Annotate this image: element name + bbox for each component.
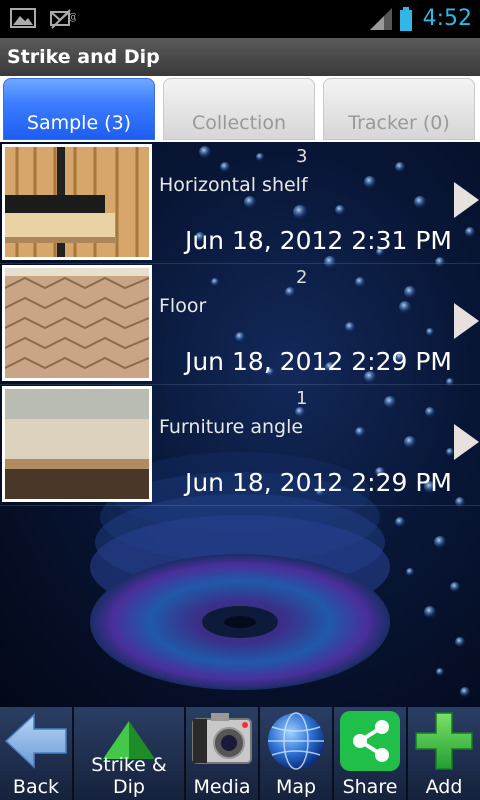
signal-icon <box>370 8 392 34</box>
status-time: 4:52 <box>422 6 472 31</box>
sample-date: Jun 18, 2012 2:31 PM <box>184 226 452 255</box>
tab-sample[interactable]: Sample (3) <box>3 78 155 140</box>
media-label: Media <box>193 776 251 798</box>
sample-title: Floor <box>159 295 207 317</box>
back-button[interactable]: Back <box>0 707 74 800</box>
chevron-right-icon[interactable] <box>452 422 480 462</box>
app-title: Strike and Dip <box>0 38 480 76</box>
svg-text:@: @ <box>68 12 76 23</box>
sample-list: 3 Horizontal shelf Jun 18, 2012 2:31 PM … <box>0 142 480 707</box>
sample-number: 3 <box>296 146 308 167</box>
share-label: Share <box>342 776 398 798</box>
plus-icon <box>415 712 473 770</box>
add-button[interactable]: Add <box>408 707 480 800</box>
camera-icon <box>192 713 252 764</box>
tab-collection[interactable]: Collection <box>163 78 315 140</box>
add-label: Add <box>425 776 463 798</box>
bottom-toolbar: Back Strike & Dip Media Map Share Add <box>0 707 480 800</box>
map-button[interactable]: Map <box>260 707 334 800</box>
globe-icon <box>268 712 324 770</box>
sample-date: Jun 18, 2012 2:29 PM <box>184 468 452 497</box>
strike-dip-label: Strike & Dip <box>91 754 167 798</box>
tab-tracker[interactable]: Tracker (0) <box>323 78 475 140</box>
back-arrow-icon <box>4 713 67 769</box>
back-label: Back <box>12 776 60 798</box>
sample-date: Jun 18, 2012 2:29 PM <box>184 347 452 376</box>
share-button[interactable]: Share <box>334 707 408 800</box>
battery-icon <box>400 7 412 31</box>
map-label: Map <box>275 776 317 798</box>
sample-row[interactable]: 1 Furniture angle Jun 18, 2012 2:29 PM <box>0 384 480 506</box>
share-icon <box>340 711 400 771</box>
sample-title: Horizontal shelf <box>159 174 308 196</box>
sample-number: 2 <box>296 267 308 288</box>
sample-row[interactable]: 3 Horizontal shelf Jun 18, 2012 2:31 PM <box>0 142 480 264</box>
sample-title: Furniture angle <box>159 416 304 438</box>
media-button[interactable]: Media <box>186 707 260 800</box>
sample-number: 1 <box>296 388 308 409</box>
sample-thumbnail <box>2 386 152 502</box>
sample-thumbnail <box>2 144 152 260</box>
sample-thumbnail <box>2 265 152 381</box>
gallery-notification-icon <box>10 8 36 34</box>
email-error-notification-icon: @ <box>50 8 78 34</box>
strike-dip-button[interactable]: Strike & Dip <box>74 707 186 800</box>
tab-bar: Sample (3) Collection Tracker (0) <box>0 76 480 142</box>
sample-row[interactable]: 2 Floor Jun 18, 2012 2:29 PM <box>0 263 480 385</box>
chevron-right-icon[interactable] <box>452 180 480 220</box>
status-bar: @ 4:52 <box>0 0 480 38</box>
chevron-right-icon[interactable] <box>452 301 480 341</box>
